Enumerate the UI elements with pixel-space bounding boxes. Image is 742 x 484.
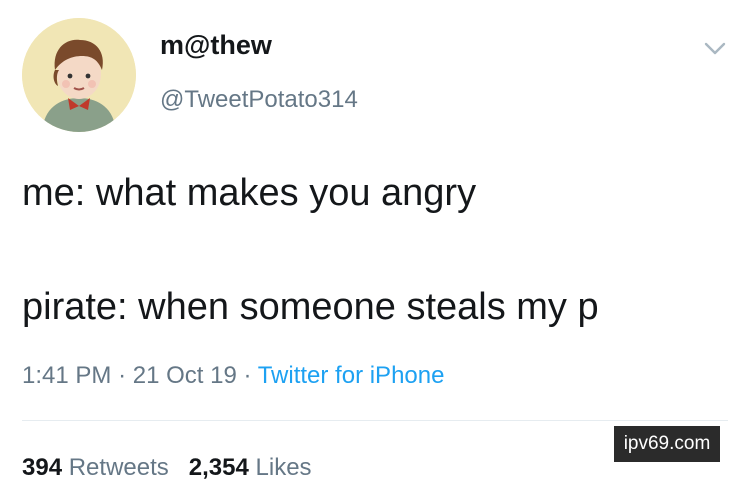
tweet-meta: 1:41 PM · 21 Oct 19 · Twitter for iPhone <box>22 362 444 390</box>
user-handle[interactable]: @TweetPotato314 <box>160 86 358 114</box>
retweets-count: 394 <box>22 454 63 481</box>
tweet-date[interactable]: 21 Oct 19 <box>133 362 237 389</box>
meta-separator: · <box>118 362 127 389</box>
chevron-down-icon[interactable] <box>704 42 726 56</box>
likes-count: 2,354 <box>188 454 249 481</box>
tweet-text-line: me: what makes you angry <box>22 172 477 214</box>
display-name[interactable]: m@thew <box>160 30 272 61</box>
meta-separator: · <box>243 362 252 389</box>
cartoon-boy-avatar-icon <box>22 18 136 132</box>
tweet-stats: 394 Retweets 2,354 Likes <box>22 454 312 482</box>
likes-label: Likes <box>255 454 312 481</box>
watermark: ipv69.com <box>614 426 720 462</box>
tweet-source-link[interactable]: Twitter for iPhone <box>258 362 445 389</box>
divider <box>22 420 728 421</box>
tweet-card: m@thew @TweetPotato314 me: what makes yo… <box>0 0 742 484</box>
likes-stat[interactable]: 2,354 Likes <box>189 454 312 481</box>
tweet-time[interactable]: 1:41 PM <box>22 362 111 389</box>
retweets-label: Retweets <box>68 454 169 481</box>
retweets-stat[interactable]: 394 Retweets <box>22 454 169 481</box>
tweet-text-line: pirate: when someone steals my p <box>22 286 599 328</box>
user-avatar[interactable] <box>22 18 136 132</box>
